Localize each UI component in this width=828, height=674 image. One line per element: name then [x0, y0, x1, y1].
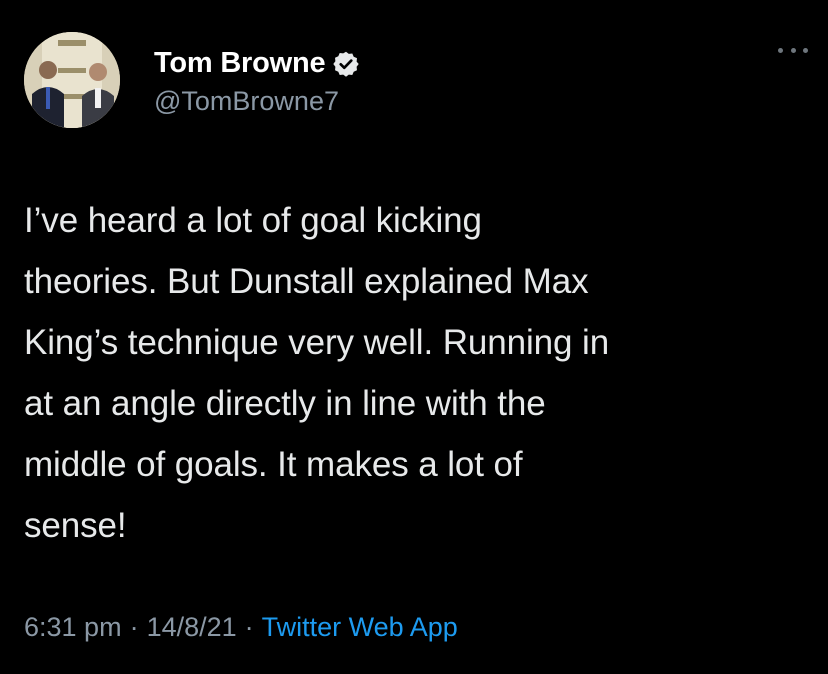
tweet-date[interactable]: 14/8/21: [147, 612, 237, 643]
avatar[interactable]: [24, 32, 120, 128]
tweet-header: Tom Browne @TomBrowne7: [24, 30, 360, 130]
tweet-time[interactable]: 6:31 pm: [24, 612, 122, 643]
more-dot: [778, 47, 783, 53]
more-dot: [790, 47, 796, 53]
tweet-metadata: 6:31 pm · 14/8/21 · Twitter Web App: [24, 612, 458, 643]
user-handle[interactable]: @TomBrowne7: [154, 86, 360, 117]
more-dot: [803, 47, 808, 53]
more-options-icon[interactable]: [778, 44, 808, 56]
user-info: Tom Browne @TomBrowne7: [154, 44, 360, 117]
meta-separator: ·: [244, 612, 254, 642]
tweet-card: Tom Browne @TomBrowne7 I’ve heard a lot …: [0, 0, 828, 674]
avatar-photo: [24, 32, 120, 128]
display-name[interactable]: Tom Browne: [154, 47, 326, 80]
verified-badge-icon: [332, 50, 360, 78]
name-row: Tom Browne: [154, 44, 360, 84]
tweet-source-link[interactable]: Twitter Web App: [262, 612, 458, 643]
meta-separator: ·: [129, 612, 139, 642]
tweet-text: I’ve heard a lot of goal kicking theorie…: [24, 201, 610, 545]
